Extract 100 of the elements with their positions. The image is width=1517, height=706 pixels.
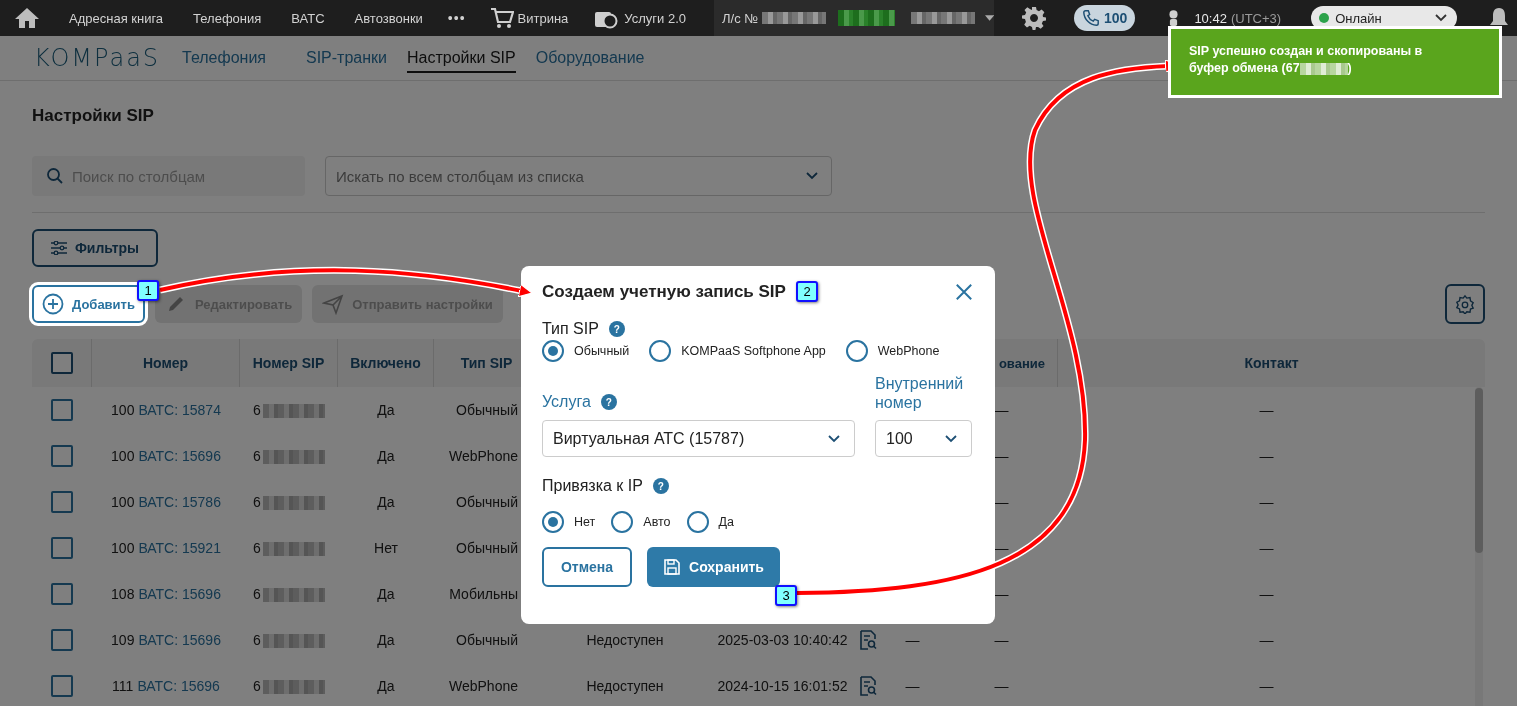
account-selector[interactable]: Л/с № (714, 0, 994, 36)
table-cell: Нет (374, 540, 398, 556)
radio-label[interactable]: Нет (574, 515, 596, 529)
select-all-checkbox[interactable] (50, 352, 73, 374)
paper-plane-icon (322, 293, 345, 315)
column-header[interactable]: Номер SIP (240, 339, 338, 387)
column-header[interactable]: Включено (338, 339, 434, 387)
save-button[interactable]: Сохранить (647, 547, 780, 587)
plus-icon (42, 293, 64, 315)
calls-counter[interactable]: 100 (1074, 5, 1136, 31)
help-icon[interactable]: ? (652, 478, 669, 494)
table-cell: 109 (111, 632, 135, 648)
row-checkbox[interactable] (51, 537, 73, 559)
nav-tab[interactable]: Настройки SIP (407, 43, 516, 73)
table-cell: — (905, 678, 920, 694)
table-cell: 100 (111, 448, 135, 464)
nav-tab[interactable]: Телефония (182, 43, 266, 73)
table-cell: Мобильны (449, 586, 518, 602)
top-nav-link[interactable]: Телефония (178, 10, 277, 26)
table-cell: 6 (253, 447, 325, 465)
services-link[interactable]: Услуги 2.0 (624, 10, 686, 26)
table-cell: 100 (111, 540, 135, 556)
table-cell: 6 (253, 493, 325, 511)
service-link[interactable]: ВАТС: 15696 (138, 448, 221, 464)
table-cell: — (1259, 494, 1274, 510)
radio-label[interactable]: Обычный (574, 344, 630, 358)
row-checkbox[interactable] (51, 445, 73, 467)
radio-label[interactable]: WebPhone (877, 344, 940, 358)
service-link[interactable]: ВАТС: 15696 (137, 678, 220, 694)
radio-button[interactable] (686, 511, 709, 533)
radio-button[interactable] (542, 511, 564, 533)
table-cell: Недоступен (586, 678, 664, 694)
column-settings-button[interactable] (1445, 284, 1485, 324)
radio-label[interactable]: Авто (643, 515, 671, 529)
clock-time: 10:42 (1194, 10, 1227, 26)
caret-icon[interactable] (984, 15, 994, 21)
service-link[interactable]: ВАТС: 15696 (138, 632, 221, 648)
step-badge: 3 (775, 585, 797, 606)
close-icon[interactable] (955, 283, 973, 301)
radio-button[interactable] (649, 340, 672, 362)
table-cell: — (994, 540, 1009, 556)
filters-button[interactable]: Фильтры (32, 229, 158, 267)
table-cell: 108 (111, 586, 135, 602)
shop-link[interactable]: Витрина (517, 10, 569, 26)
service-link[interactable]: ВАТС: 15696 (138, 586, 221, 602)
table-cell: — (1259, 632, 1274, 648)
cancel-button[interactable]: Отмена (542, 547, 632, 587)
nav-tab[interactable]: Оборудование (535, 43, 645, 73)
radio-button[interactable] (542, 340, 564, 362)
table-cell: 6 (253, 677, 325, 695)
table-cell: Да (377, 586, 395, 602)
logo[interactable]: KOMPaaS (34, 44, 162, 72)
table-cell: Да (377, 494, 395, 510)
row-checkbox[interactable] (51, 399, 73, 421)
table-cell: 6 (253, 585, 325, 603)
column-header[interactable]: Контакт (1058, 339, 1485, 387)
nav-tab[interactable]: SIP-транки (306, 43, 387, 73)
table-cell: 100 (111, 494, 135, 510)
home-icon[interactable] (14, 7, 40, 29)
scope-select[interactable]: Искать по всем столбцам из списка (325, 156, 832, 196)
toast-message: SIP успешно создан и скопированы в буфер обмена (67 ) (1189, 43, 1424, 77)
top-nav-link[interactable]: Автозвонки (339, 10, 438, 26)
row-checkbox[interactable] (51, 675, 73, 697)
page-title: Настройки SIP (32, 106, 155, 127)
scrollbar[interactable] (1475, 388, 1483, 553)
field-label: Тип SIP (542, 320, 599, 338)
caret-icon[interactable] (1435, 14, 1448, 22)
radio-label[interactable]: KOMPaaS Softphone App (681, 344, 826, 358)
step-badge: 2 (796, 281, 818, 302)
row-checkbox[interactable] (51, 629, 73, 651)
row-checkbox[interactable] (51, 491, 73, 513)
document-search-icon[interactable] (858, 630, 877, 650)
radio-button[interactable] (611, 511, 634, 533)
extension-select[interactable]: 100 (875, 420, 972, 457)
table-cell: Да (377, 632, 395, 648)
column-header[interactable]: Номер (92, 339, 240, 387)
add-button[interactable]: Добавить (32, 285, 145, 323)
help-icon[interactable]: ? (600, 394, 617, 410)
top-nav-link[interactable]: ВАТС (276, 10, 340, 26)
table-cell: — (1259, 448, 1274, 464)
row-checkbox[interactable] (51, 583, 73, 605)
step-badge: 1 (137, 280, 159, 301)
top-nav-link[interactable]: Адресная книга (54, 10, 179, 26)
table-cell: Да (377, 448, 395, 464)
table-cell: — (1259, 678, 1274, 694)
service-link[interactable]: ВАТС: 15874 (138, 402, 221, 418)
help-icon[interactable]: ? (608, 321, 625, 337)
table-cell: 6 (253, 631, 325, 649)
radio-button[interactable] (845, 340, 868, 362)
service-select[interactable]: Виртуальная АТС (15787) (542, 420, 855, 457)
time-zone: (UTC+3) (1230, 10, 1282, 26)
service-link[interactable]: ВАТС: 15786 (138, 494, 221, 510)
radio-label[interactable]: Да (718, 515, 734, 529)
search-icon (46, 167, 64, 185)
document-search-icon[interactable] (858, 676, 877, 696)
cart-icon[interactable] (489, 7, 514, 29)
table-cell: Обычный (456, 632, 518, 648)
service-link[interactable]: ВАТС: 15921 (138, 540, 221, 556)
more-menu[interactable]: ••• (447, 10, 466, 26)
settings-icon[interactable] (1022, 6, 1046, 30)
